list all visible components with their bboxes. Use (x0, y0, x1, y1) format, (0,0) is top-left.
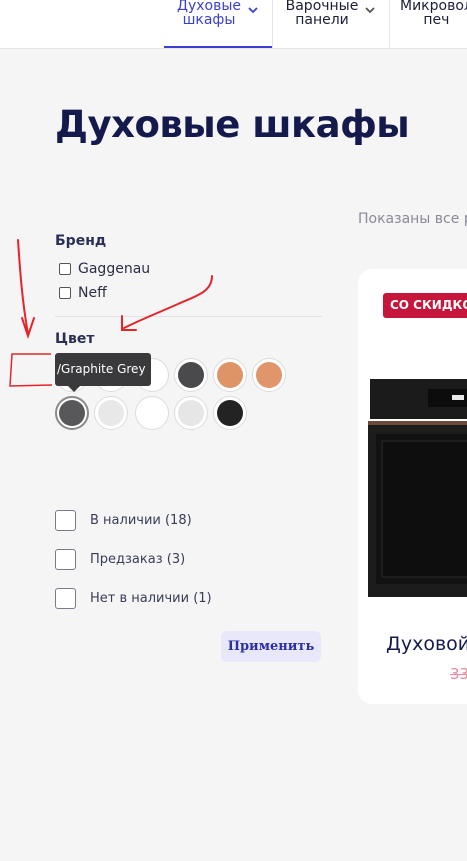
brand-option-gaggenau[interactable]: Gaggenau (59, 261, 150, 277)
color-swatch[interactable] (55, 396, 89, 430)
color-filter-label: Цвет (55, 331, 95, 347)
brand-checkbox[interactable] (59, 263, 71, 275)
stock-checkbox[interactable] (55, 549, 76, 570)
product-image[interactable] (368, 379, 467, 599)
apply-button[interactable]: Применить (221, 631, 321, 662)
page-title: Духовые шкафы (55, 103, 410, 146)
color-swatch[interactable] (174, 396, 208, 430)
nav-divider (389, 0, 390, 48)
stock-option-preorder[interactable]: Предзаказ (3) (55, 549, 185, 570)
product-old-price: 33 (450, 665, 467, 683)
color-dot (59, 400, 85, 426)
brand-option-neff[interactable]: Neff (59, 285, 107, 301)
stock-option-in-stock[interactable]: В наличии (18) (55, 510, 192, 531)
nav-item-label: Духовые шкафы (177, 0, 241, 28)
color-dot (256, 362, 282, 388)
product-title[interactable]: Духовой (386, 633, 467, 655)
discount-badge: СО СКИДКОЙ (383, 293, 467, 318)
stock-checkbox[interactable] (55, 510, 76, 531)
color-swatch[interactable] (174, 358, 208, 392)
stock-option-out-of-stock[interactable]: Нет в наличии (1) (55, 588, 212, 609)
results-count-text: Показаны все р (358, 211, 467, 227)
stock-checkbox[interactable] (55, 588, 76, 609)
chevron-down-icon (248, 7, 258, 14)
color-dot (217, 362, 243, 388)
brand-option-label: Gaggenau (78, 261, 151, 277)
chevron-down-icon (365, 7, 375, 14)
nav-item-hobs[interactable]: Варочные панели (273, 0, 389, 48)
stock-option-label: Предзаказ (3) (90, 552, 186, 567)
nav-item-ovens[interactable]: Духовые шкафы (164, 0, 272, 48)
color-dot (178, 362, 204, 388)
top-nav: Духовые шкафы Варочные панели Микровол п… (0, 0, 467, 49)
filter-divider (55, 316, 322, 317)
brand-filter-label: Бренд (55, 233, 107, 249)
color-dot (139, 400, 165, 426)
nav-item-label: Варочные панели (285, 0, 359, 28)
nav-item-microwaves[interactable]: Микровол печ (400, 0, 467, 48)
stock-option-label: В наличии (18) (90, 513, 192, 528)
brand-checkbox[interactable] (59, 287, 71, 299)
nav-item-label: Микровол печ (400, 0, 467, 28)
brand-option-label: Neff (78, 285, 107, 301)
color-swatch[interactable] (135, 396, 169, 430)
color-tooltip: /Graphite Grey (55, 353, 151, 386)
stock-option-label: Нет в наличии (1) (90, 591, 212, 606)
color-swatch[interactable] (213, 358, 247, 392)
color-swatch[interactable] (252, 358, 286, 392)
color-dot (217, 400, 243, 426)
color-swatch[interactable] (94, 396, 128, 430)
color-swatch[interactable] (213, 396, 247, 430)
tooltip-arrow (68, 386, 80, 392)
product-card[interactable]: СО СКИДКОЙ Духовой 33 (358, 269, 467, 704)
color-dot (178, 400, 204, 426)
color-dot (98, 400, 124, 426)
